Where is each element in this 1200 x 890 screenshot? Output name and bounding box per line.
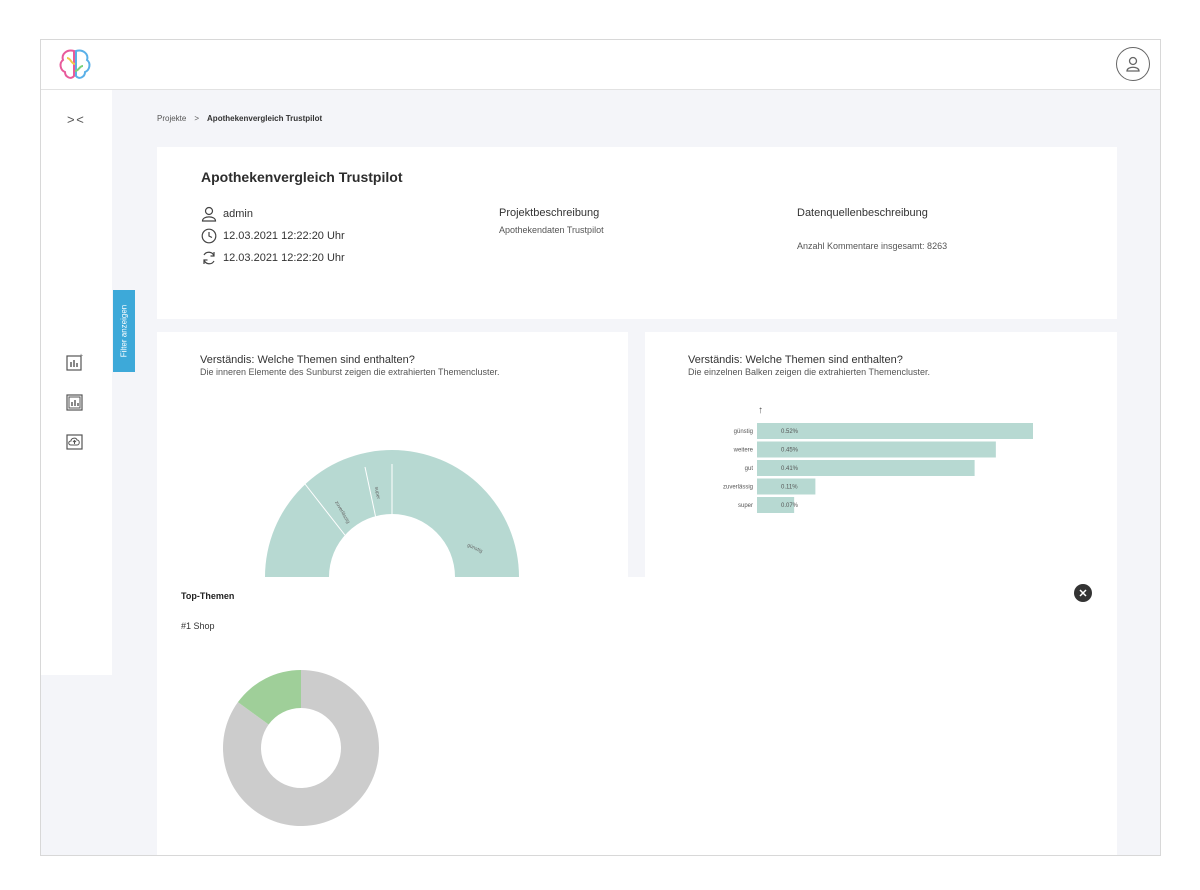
breadcrumb: Projekte > Apothekenvergleich Trustpilot (157, 114, 322, 123)
svg-text:+: + (79, 353, 83, 360)
close-icon (1079, 589, 1087, 597)
description-text: Apothekendaten Trustpilot (499, 225, 604, 235)
breadcrumb-link-projects[interactable]: Projekte (157, 114, 186, 123)
project-updated-date: 12.03.2021 12:22:20 Uhr (223, 252, 345, 264)
top-theme-item: #1 Shop (181, 621, 215, 631)
top-themes-title: Top-Themen (181, 591, 235, 601)
breadcrumb-current: Apothekenvergleich Trustpilot (207, 114, 323, 123)
project-title: Apothekenvergleich Trustpilot (201, 169, 403, 185)
cloud-upload-icon[interactable] (65, 432, 85, 452)
bar-chart-card: Verständis: Welche Themen sind enthalten… (645, 332, 1117, 577)
top-bar (41, 40, 1160, 90)
breadcrumb-separator: > (194, 114, 200, 123)
project-owner-row: admin (201, 206, 253, 222)
sidebar: > < + (41, 90, 112, 675)
bar-category-label: super (738, 503, 753, 509)
description-heading: Projektbeschreibung (499, 207, 600, 219)
user-icon (1126, 56, 1140, 72)
bar-category-label: weitere (733, 448, 754, 454)
project-owner: admin (223, 208, 253, 220)
bar[interactable] (757, 423, 1033, 439)
collapse-toggle-button[interactable]: > < (67, 112, 84, 127)
filter-toggle-tab[interactable]: Filter anzeigen (113, 290, 135, 372)
top-themes-panel: Top-Themen #1 Shop (157, 577, 1117, 855)
project-info-card: Apothekenvergleich Trustpilot admin 12.0… (157, 147, 1117, 319)
brain-logo-icon[interactable] (57, 46, 93, 82)
sunburst-chart: günstig zuverlässig super (265, 450, 519, 577)
bar-category-label: gut (745, 466, 754, 472)
app-window: > < + Filter anzeigen Projekte > Apotheken… (40, 39, 1161, 856)
add-chart-icon[interactable]: + (65, 352, 85, 372)
refresh-icon (203, 251, 215, 265)
bar-value-label: 0.45% (781, 448, 799, 454)
bar-value-label: 0.41% (781, 466, 799, 472)
bar-category-label: zuverlässig (723, 485, 753, 491)
bar-value-label: 0.52% (781, 429, 799, 435)
source-text: Anzahl Kommentare insgesamt: 8263 (797, 241, 948, 251)
source-heading: Datenquellenbeschreibung (797, 207, 928, 219)
report-chart-icon[interactable] (65, 392, 85, 412)
project-created-date: 12.03.2021 12:22:20 Uhr (223, 230, 345, 242)
user-avatar-button[interactable] (1116, 47, 1150, 81)
bar-value-label: 0.11% (781, 485, 798, 491)
clock-icon (201, 228, 217, 244)
bar-value-label: 0.07% (781, 503, 799, 509)
project-created-row: 12.03.2021 12:22:20 Uhr (201, 228, 345, 244)
filter-tab-label: Filter anzeigen (119, 304, 129, 358)
bar-chart: günstig 0.52% weitere 0.45% gut 0.41% zuverläs… (723, 423, 1033, 513)
project-updated-row: 12.03.2021 12:22:20 Uhr (201, 250, 345, 266)
user-icon (201, 206, 217, 222)
donut-chart (223, 670, 380, 826)
bar-category-label: günstig (734, 429, 753, 435)
sunburst-chart-card: Verständis: Welche Themen sind enthalten… (157, 332, 628, 577)
close-panel-button[interactable] (1074, 584, 1092, 602)
